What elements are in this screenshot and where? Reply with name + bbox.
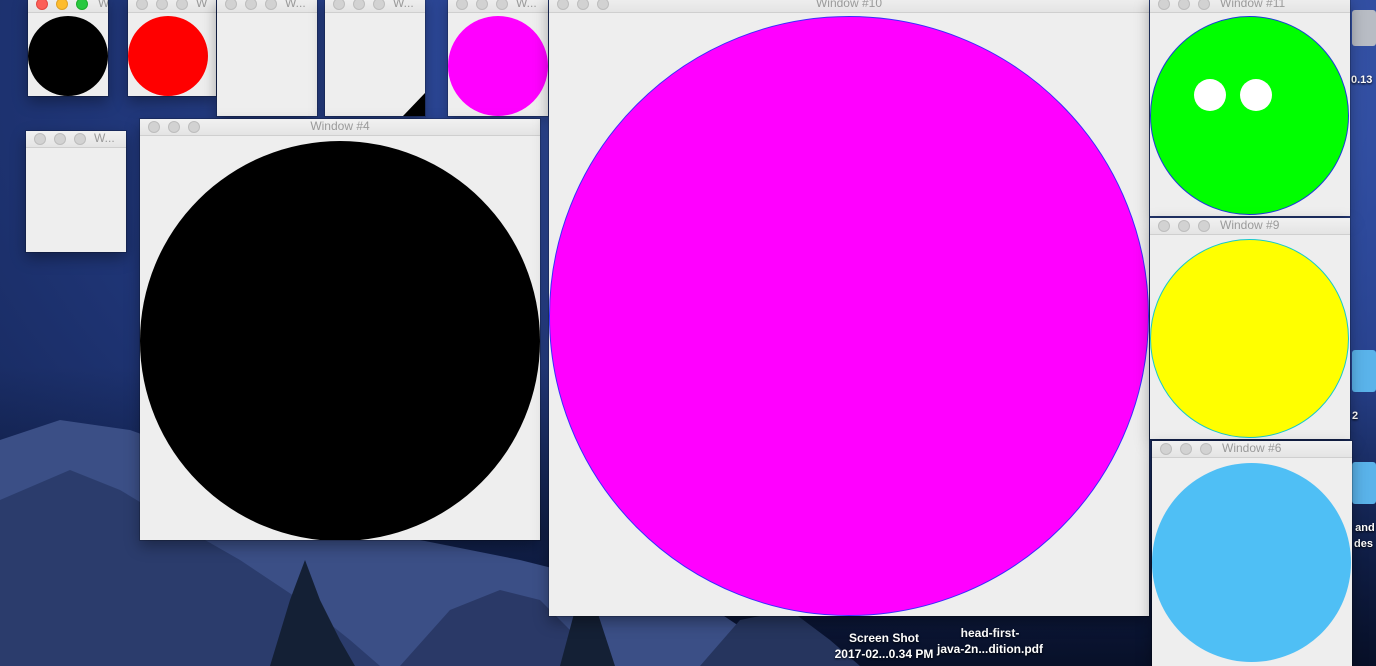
zoom-button[interactable] [1198, 0, 1210, 10]
minimize-button[interactable] [56, 0, 68, 10]
window-6[interactable]: Window #6 [1152, 441, 1352, 666]
title-bar[interactable]: W... [26, 131, 126, 148]
window-9[interactable]: Window #9 [1150, 218, 1350, 439]
window-11[interactable]: Window #11 [1150, 0, 1350, 216]
title-bar[interactable]: Window #9 [1150, 218, 1350, 235]
edge-label: 0.13 [1351, 74, 1373, 86]
window-content [217, 13, 317, 116]
magenta-circle [549, 16, 1149, 616]
zoom-button[interactable] [76, 0, 88, 10]
window-title: Window #10 [815, 0, 883, 10]
close-button[interactable] [36, 0, 48, 10]
title-bar[interactable]: W... [325, 0, 425, 13]
zoom-button[interactable] [1200, 443, 1212, 455]
window-10[interactable]: Window #10 [549, 0, 1149, 616]
window-content [28, 13, 108, 96]
window-content [1150, 13, 1350, 216]
window-4[interactable]: Window #4 [140, 119, 540, 540]
window-title: Window #9 [1220, 218, 1280, 232]
window-content [128, 13, 216, 96]
green-face-circle [1150, 16, 1349, 215]
window-content [549, 13, 1149, 616]
minimize-button[interactable] [1180, 443, 1192, 455]
zoom-button[interactable] [265, 0, 277, 10]
window-title: W... [94, 131, 115, 145]
title-bar[interactable]: W [128, 0, 216, 13]
window-tiny-empty-left[interactable]: W... [26, 131, 126, 252]
minimize-button[interactable] [54, 133, 66, 145]
window-title: W [98, 0, 108, 11]
desktop-icon-label: java-2n...dition.pdf [936, 642, 1043, 656]
window-tiny-corner[interactable]: W... [325, 0, 425, 116]
window-title: Window #4 [310, 119, 370, 133]
window-content [26, 148, 126, 252]
edge-label: 2 [1352, 410, 1359, 422]
title-bar[interactable]: Window #10 [549, 0, 1149, 13]
black-circle [28, 16, 108, 96]
desktop-icon-label: head-first- [960, 626, 1020, 640]
title-bar[interactable]: W [28, 0, 108, 13]
minimize-button[interactable] [353, 0, 365, 10]
title-bar[interactable]: Window #6 [1152, 441, 1352, 458]
zoom-button[interactable] [188, 121, 200, 133]
right-eye [1240, 79, 1272, 111]
title-bar[interactable]: W... [217, 0, 317, 13]
zoom-button[interactable] [176, 0, 188, 10]
zoom-button[interactable] [1198, 220, 1210, 232]
black-circle [140, 141, 540, 540]
close-button[interactable] [456, 0, 468, 10]
zoom-button[interactable] [597, 0, 609, 10]
sky-blue-circle [1152, 463, 1351, 662]
close-button[interactable] [225, 0, 237, 10]
window-tiny-empty[interactable]: W... [217, 0, 317, 116]
window-content [448, 13, 548, 116]
close-button[interactable] [148, 121, 160, 133]
close-button[interactable] [1160, 443, 1172, 455]
close-button[interactable] [557, 0, 569, 10]
close-button[interactable] [1158, 220, 1170, 232]
zoom-button[interactable] [373, 0, 385, 10]
zoom-button[interactable] [74, 133, 86, 145]
window-content [140, 136, 540, 540]
edge-label: des [1354, 538, 1373, 550]
window-tiny-black[interactable]: W [28, 0, 108, 96]
window-tiny-magenta[interactable]: W... [448, 0, 548, 116]
minimize-button[interactable] [476, 0, 488, 10]
window-title: W [196, 0, 208, 10]
window-title: Window #6 [1222, 441, 1282, 455]
window-content [325, 13, 425, 116]
title-bar[interactable]: W... [448, 0, 548, 13]
title-bar[interactable]: Window #11 [1150, 0, 1350, 13]
window-content [1150, 235, 1350, 439]
minimize-button[interactable] [245, 0, 257, 10]
minimize-button[interactable] [1178, 220, 1190, 232]
window-title: W... [285, 0, 306, 10]
window-content [1152, 458, 1352, 666]
window-title: W... [393, 0, 414, 10]
magenta-circle [448, 16, 548, 116]
window-title: Window #11 [1220, 0, 1286, 10]
desktop-icon-pdf[interactable]: head-first- java-2n...dition.pdf [928, 625, 1052, 657]
folder-icon[interactable] [1352, 10, 1376, 46]
folder-icon[interactable] [1352, 462, 1376, 504]
zoom-button[interactable] [496, 0, 508, 10]
folder-icon[interactable] [1352, 350, 1376, 392]
minimize-button[interactable] [168, 121, 180, 133]
close-button[interactable] [1158, 0, 1170, 10]
yellow-circle [1150, 239, 1349, 438]
corner-shape [403, 93, 425, 116]
title-bar[interactable]: Window #4 [140, 119, 540, 136]
minimize-button[interactable] [577, 0, 589, 10]
window-title: W... [516, 0, 537, 10]
minimize-button[interactable] [1178, 0, 1190, 10]
left-eye [1194, 79, 1226, 111]
minimize-button[interactable] [156, 0, 168, 10]
window-tiny-red[interactable]: W [128, 0, 216, 96]
red-circle [128, 16, 208, 96]
close-button[interactable] [136, 0, 148, 10]
close-button[interactable] [34, 133, 46, 145]
close-button[interactable] [333, 0, 345, 10]
